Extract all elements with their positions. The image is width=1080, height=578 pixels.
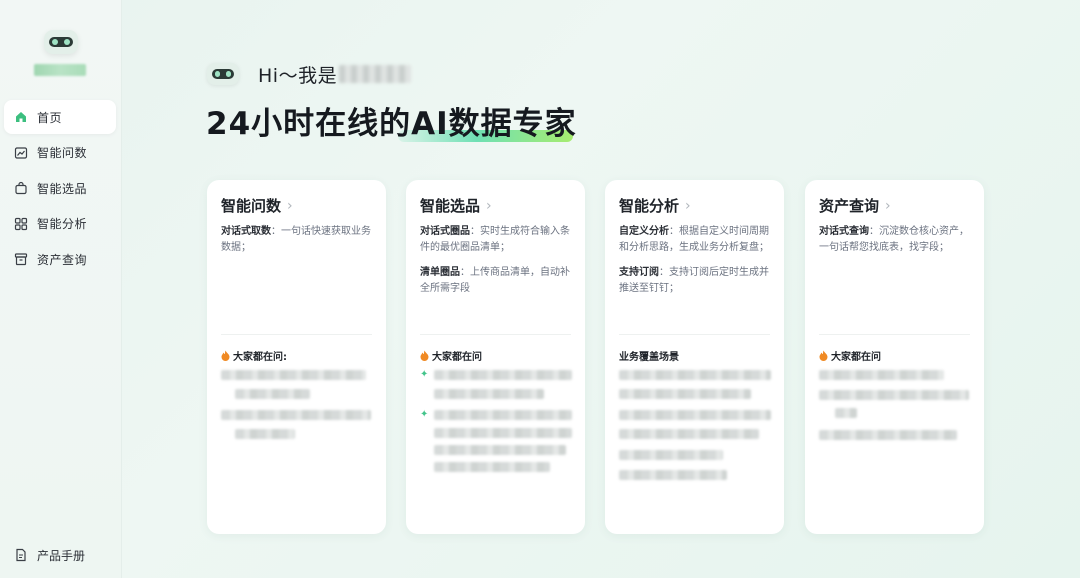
- card-title[interactable]: 资产查询 ›: [819, 195, 891, 216]
- sidebar-item-asset-query[interactable]: 资产查询: [4, 242, 116, 276]
- feature-label: 对话式圈品: [420, 226, 470, 237]
- page-title: 24小时在线的AI数据专家: [206, 106, 577, 142]
- blurred-question-cont: [835, 408, 857, 418]
- line-chart-icon: [14, 146, 28, 160]
- section-heading: 大家都在问: [819, 348, 881, 363]
- feature-label: 对话式取数: [221, 226, 271, 237]
- section-heading: 业务覆盖场景: [619, 348, 679, 363]
- card-title[interactable]: 智能分析 ›: [619, 195, 691, 216]
- product-manual-label: 产品手册: [37, 548, 86, 563]
- divider: [819, 334, 970, 335]
- blurred-question-cont: [235, 429, 295, 439]
- document-icon: [14, 548, 28, 562]
- sidebar-item-home[interactable]: 首页: [4, 100, 116, 134]
- blurred-scenario: [619, 389, 751, 399]
- grid-icon: [14, 217, 28, 231]
- sidebar-item-smart-analysis[interactable]: 智能分析: [4, 207, 116, 241]
- chevron-right-icon: ›: [885, 197, 891, 214]
- feature-card-asset-query[interactable]: 资产查询 › 对话式查询：沉淀数仓核心资产，一句话帮您找底表，找字段； 大家都在问: [805, 180, 984, 534]
- fire-icon: [221, 350, 230, 361]
- robot-logo-icon: [44, 30, 78, 54]
- blurred-scenario: [619, 370, 771, 380]
- blurred-question[interactable]: [221, 410, 371, 420]
- sidebar-item-label: 智能分析: [37, 217, 88, 231]
- blurred-question[interactable]: [819, 430, 957, 440]
- sidebar-item-smart-selection[interactable]: 智能选品: [4, 171, 116, 205]
- shopping-bag-icon: [14, 181, 28, 195]
- blurred-question[interactable]: [819, 390, 969, 400]
- divider: [221, 334, 372, 335]
- blurred-scenario: [619, 450, 723, 460]
- blurred-question-cont: [434, 389, 544, 399]
- section-heading: 大家都在问:: [221, 348, 287, 363]
- feature-label: 清单圈品: [420, 267, 460, 278]
- feature-label: 对话式查询: [819, 226, 869, 237]
- card-description: 对话式查询：沉淀数仓核心资产，一句话帮您找底表，找字段；: [819, 224, 971, 265]
- feature-card-smart-analysis[interactable]: 智能分析 › 自定义分析：根据自定义时间周期和分析思路，生成业务分析复盘； 支持订…: [605, 180, 784, 534]
- sidebar-item-smart-query[interactable]: 智能问数: [4, 136, 116, 170]
- sparkle-icon: ✦: [420, 369, 429, 380]
- robot-avatar-icon: [207, 63, 239, 85]
- section-title: 大家都在问: [831, 352, 881, 363]
- card-title-text: 资产查询: [819, 197, 880, 215]
- card-description: 自定义分析：根据自定义时间周期和分析思路，生成业务分析复盘； 支持订阅：支持订阅…: [619, 224, 771, 306]
- section-title: 业务覆盖场景: [619, 352, 679, 363]
- card-description: 对话式取数：一句话快速获取业务数据；: [221, 224, 373, 265]
- greeting: Hi～我是: [207, 60, 412, 88]
- section-title: 大家都在问: [432, 352, 482, 363]
- fire-icon: [819, 350, 828, 361]
- greeting-text: Hi～我是: [258, 64, 338, 87]
- feature-label: 支持订阅: [619, 267, 659, 278]
- card-description: 对话式圈品：实时生成符合输入条件的最优圈品清单； 清单圈品：上传商品清单，自动补…: [420, 224, 572, 306]
- card-title[interactable]: 智能问数 ›: [221, 195, 293, 216]
- chevron-right-icon: ›: [486, 197, 492, 214]
- app-name-redacted: [34, 64, 86, 76]
- feature-card-smart-query[interactable]: 智能问数 › 对话式取数：一句话快速获取业务数据； 大家都在问:: [207, 180, 386, 534]
- chevron-right-icon: ›: [287, 197, 293, 214]
- card-title-text: 智能分析: [619, 197, 680, 215]
- sidebar-nav: 首页 智能问数 智能选品 智能分析 资产查询: [4, 100, 116, 278]
- blurred-question-cont: [235, 389, 310, 399]
- sidebar-item-label: 智能问数: [37, 146, 88, 160]
- app-logo[interactable]: [34, 24, 86, 79]
- blurred-question-cont: [434, 428, 572, 438]
- sidebar: 首页 智能问数 智能选品 智能分析 资产查询 产品手册: [0, 0, 122, 578]
- home-icon: [14, 110, 28, 124]
- feature-label: 自定义分析: [619, 226, 669, 237]
- divider: [619, 334, 770, 335]
- card-title-text: 智能问数: [221, 197, 282, 215]
- blurred-question[interactable]: [221, 370, 366, 380]
- blurred-scenario: [619, 429, 759, 439]
- assistant-name-redacted: [339, 65, 412, 83]
- sidebar-item-label: 资产查询: [37, 252, 88, 267]
- blurred-question[interactable]: [434, 370, 572, 380]
- card-title-text: 智能选品: [420, 197, 481, 215]
- fire-icon: [420, 350, 429, 361]
- blurred-question[interactable]: [434, 410, 572, 420]
- sparkle-icon: ✦: [420, 409, 429, 420]
- sidebar-item-label: 智能选品: [37, 181, 88, 196]
- archive-icon: [14, 252, 28, 266]
- blurred-question[interactable]: [819, 370, 944, 380]
- card-title[interactable]: 智能选品 ›: [420, 195, 492, 216]
- product-manual-link[interactable]: 产品手册: [4, 540, 116, 570]
- blurred-scenario: [619, 410, 771, 420]
- section-heading: 大家都在问: [420, 348, 482, 363]
- blurred-question-cont: [434, 445, 566, 455]
- chevron-right-icon: ›: [685, 197, 691, 214]
- section-title: 大家都在问:: [233, 352, 287, 363]
- blurred-question-cont: [434, 462, 550, 472]
- feature-card-smart-selection[interactable]: 智能选品 › 对话式圈品：实时生成符合输入条件的最优圈品清单； 清单圈品：上传商品…: [406, 180, 585, 534]
- blurred-scenario: [619, 470, 727, 480]
- divider: [420, 334, 571, 335]
- sidebar-item-label: 首页: [37, 110, 63, 125]
